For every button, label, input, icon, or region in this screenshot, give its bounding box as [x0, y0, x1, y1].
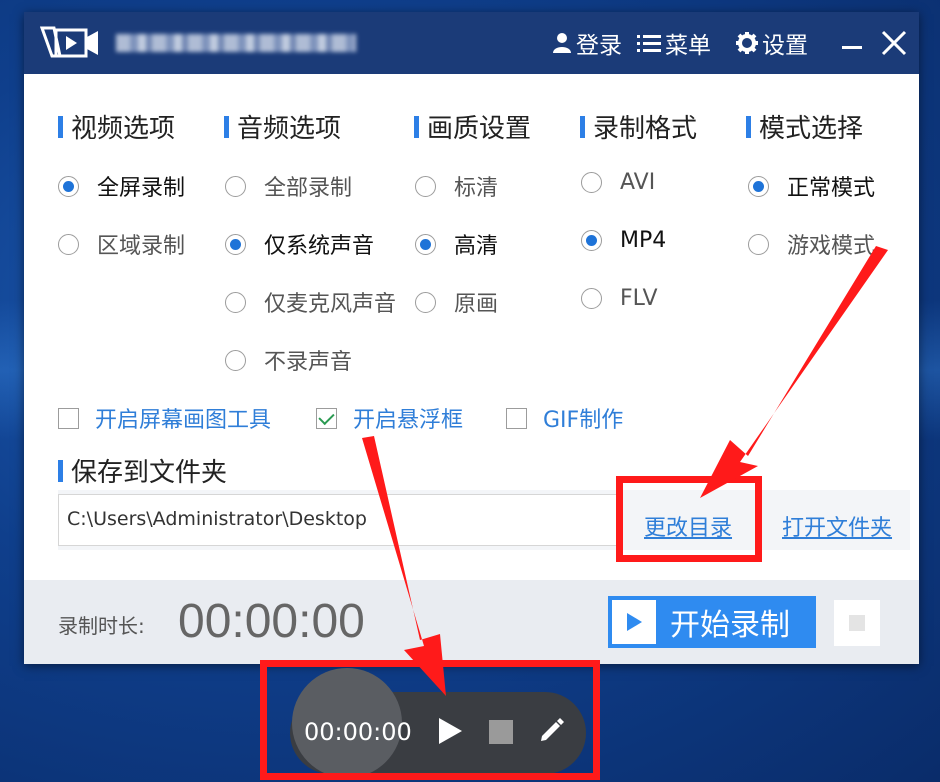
minimize-button[interactable] [842, 46, 862, 49]
duration-label: 录制时长: [58, 614, 145, 638]
radio-system-audio-only[interactable]: 仅系统声音 [225, 228, 374, 260]
close-icon[interactable] [879, 28, 909, 58]
settings-button[interactable]: 设置 [736, 28, 808, 59]
radio-format-flv[interactable]: FLV [581, 286, 658, 311]
record-format-heading: 录制格式 [580, 108, 697, 145]
recorder-window: 登录 菜单 设置 视频选项 音频选项 画质设置 录制格式 模式选择 全屏录制 区… [24, 12, 919, 664]
login-label: 登录 [576, 33, 622, 59]
audio-options-heading: 音频选项 [224, 108, 341, 145]
user-icon [553, 33, 571, 53]
radio-game-mode[interactable]: 游戏模式 [748, 228, 875, 260]
app-logo-icon [40, 26, 98, 58]
radio-no-audio[interactable]: 不录声音 [225, 344, 352, 376]
duration-value: 00:00:00 [178, 595, 365, 648]
save-folder-heading: 保存到文件夹 [58, 452, 227, 489]
annotation-box-change-dir [616, 476, 762, 562]
app-title-blurred [116, 34, 356, 52]
open-folder-link[interactable]: 打开文件夹 [782, 510, 892, 542]
radio-quality-sd[interactable]: 标清 [415, 170, 498, 202]
checkbox-drawing-tool[interactable]: 开启屏幕画图工具 [58, 402, 271, 434]
start-record-label: 开始录制 [670, 608, 790, 643]
start-record-button[interactable]: 开始录制 [608, 596, 816, 648]
annotation-box-floating [260, 660, 600, 780]
radio-fullscreen-record[interactable]: 全屏录制 [58, 170, 185, 202]
stop-icon [849, 615, 865, 631]
title-bar: 登录 菜单 设置 [24, 12, 919, 74]
mode-select-heading: 模式选择 [746, 108, 863, 145]
play-icon [612, 600, 656, 644]
radio-record-all-audio[interactable]: 全部录制 [225, 170, 352, 202]
menu-button[interactable]: 菜单 [637, 28, 711, 59]
radio-quality-original[interactable]: 原画 [415, 286, 498, 318]
radio-format-mp4[interactable]: MP4 [581, 228, 666, 253]
radio-mic-audio-only[interactable]: 仅麦克风声音 [225, 286, 396, 318]
radio-region-record[interactable]: 区域录制 [58, 228, 185, 260]
login-button[interactable]: 登录 [552, 28, 622, 59]
save-path-field[interactable]: C:\Users\Administrator\Desktop [58, 494, 618, 546]
checkbox-floating-window[interactable]: 开启悬浮框 [316, 402, 463, 434]
quality-settings-heading: 画质设置 [414, 108, 531, 145]
radio-normal-mode[interactable]: 正常模式 [748, 170, 875, 202]
stop-record-button[interactable] [834, 600, 880, 646]
radio-quality-hd[interactable]: 高清 [415, 228, 498, 260]
checkbox-gif-maker[interactable]: GIF制作 [506, 402, 623, 434]
menu-label: 菜单 [665, 33, 711, 59]
video-options-heading: 视频选项 [58, 108, 175, 145]
list-icon [637, 35, 661, 52]
gear-icon [736, 32, 758, 54]
bottom-bar: 录制时长: 00:00:00 开始录制 [24, 580, 919, 664]
settings-label: 设置 [762, 33, 808, 59]
radio-format-avi[interactable]: AVI [581, 170, 655, 195]
